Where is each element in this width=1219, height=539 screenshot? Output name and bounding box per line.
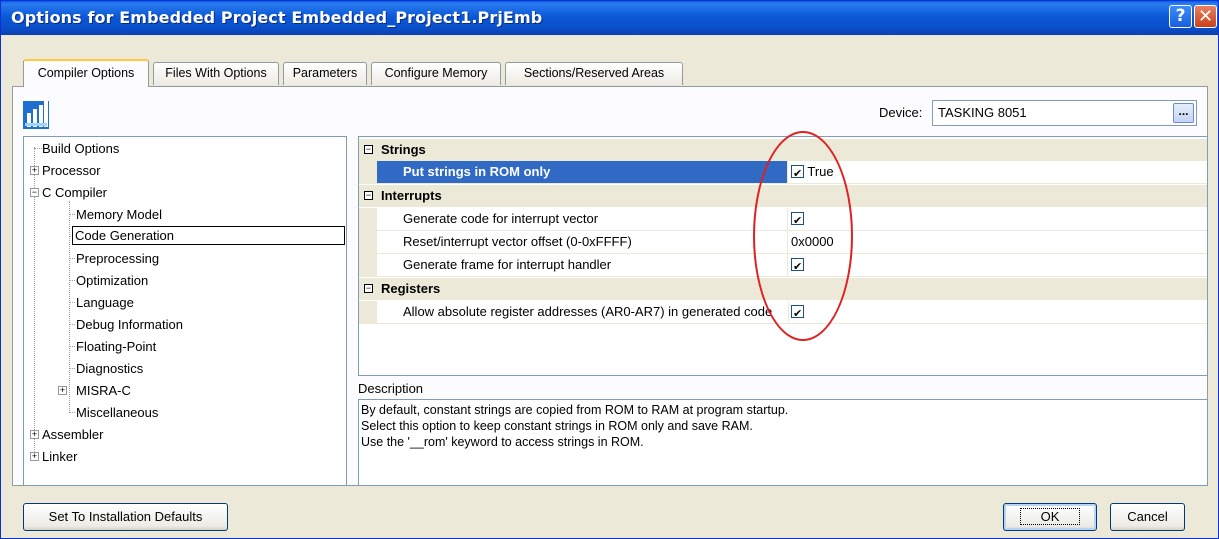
tree-item-build-options[interactable]: Build Options — [42, 139, 119, 158]
dialog-title: Options for Embedded Project Embedded_Pr… — [11, 8, 543, 27]
description-line: Use the '__rom' keyword to access string… — [361, 435, 644, 449]
tab-sections-reserved-areas[interactable]: Sections/Reserved Areas — [505, 62, 683, 85]
tree-connector — [69, 324, 75, 325]
row-gutter — [359, 208, 377, 231]
tree-connector — [69, 346, 75, 347]
cancel-button[interactable]: Cancel — [1110, 503, 1185, 531]
property-name: Put strings in ROM only — [377, 161, 788, 183]
tab-configure-memory[interactable]: Configure Memory — [371, 62, 501, 85]
tree-connector — [69, 302, 75, 303]
expand-icon[interactable]: + — [30, 430, 39, 439]
tab-compiler-options[interactable]: Compiler Options — [23, 59, 149, 87]
row-gutter — [359, 254, 377, 277]
tree-item-language[interactable]: Language — [76, 293, 134, 312]
tree-connector — [69, 368, 75, 369]
collapse-icon[interactable]: − — [364, 145, 373, 154]
tree-item-optimization[interactable]: Optimization — [76, 271, 148, 290]
row-gutter — [359, 161, 377, 184]
description-line: Select this option to keep constant stri… — [361, 419, 753, 433]
tab-files-with-options[interactable]: Files With Options — [153, 62, 279, 85]
tree-item-preprocessing[interactable]: Preprocessing — [76, 249, 159, 268]
collapse-icon[interactable]: − — [364, 284, 373, 293]
close-button[interactable]: ✕ — [1194, 5, 1217, 28]
category-label: Interrupts — [381, 188, 442, 203]
collapse-icon[interactable]: − — [364, 191, 373, 200]
tree-item-assembler[interactable]: Assembler — [42, 425, 103, 444]
tree-item-processor[interactable]: Processor — [42, 161, 101, 180]
tree-item-c-compiler[interactable]: C Compiler — [42, 183, 107, 202]
row-gutter — [359, 301, 377, 324]
set-defaults-button[interactable]: Set To Installation Defaults — [23, 503, 228, 531]
tree-connector — [69, 201, 70, 411]
tree-item-linker[interactable]: Linker — [42, 447, 77, 466]
title-bar[interactable]: Options for Embedded Project Embedded_Pr… — [1, 1, 1218, 35]
options-dialog: Options for Embedded Project Embedded_Pr… — [0, 0, 1219, 539]
ok-button[interactable]: OK — [1003, 503, 1097, 531]
ok-label: OK — [1019, 508, 1081, 525]
tree-connector — [69, 258, 75, 259]
help-button[interactable]: ? — [1169, 5, 1192, 28]
tree-connector — [34, 148, 42, 149]
device-label: Device: — [879, 105, 923, 120]
property-name: Generate code for interrupt vector — [377, 208, 788, 230]
expand-icon[interactable]: + — [58, 386, 67, 395]
tree-item-debug-information[interactable]: Debug Information — [76, 315, 183, 334]
description-title: Description — [358, 381, 424, 396]
tree-connector — [69, 280, 75, 281]
tree-connector — [69, 412, 75, 413]
property-name: Allow absolute register addresses (AR0-A… — [377, 301, 789, 323]
device-browse-button[interactable]: ... — [1173, 103, 1194, 123]
property-name: Generate frame for interrupt handler — [377, 254, 788, 276]
row-gutter — [359, 231, 377, 254]
description-box: By default, constant strings are copied … — [358, 399, 1208, 486]
property-name: Reset/interrupt vector offset (0-0xFFFF) — [377, 231, 788, 253]
device-field[interactable]: TASKING 8051 ... — [932, 100, 1197, 126]
expand-icon[interactable]: + — [30, 452, 39, 461]
tab-parameters[interactable]: Parameters — [283, 62, 367, 85]
annotation-ellipse — [753, 131, 853, 341]
collapse-icon[interactable]: − — [30, 188, 39, 197]
tree-item-misra-c[interactable]: MISRA-C — [76, 381, 131, 400]
device-value: TASKING 8051 — [938, 105, 1027, 120]
tree-item-memory-model[interactable]: Memory Model — [76, 205, 162, 224]
expand-icon[interactable]: + — [30, 166, 39, 175]
tree-item-miscellaneous[interactable]: Miscellaneous — [76, 403, 158, 422]
category-label: Strings — [381, 142, 426, 157]
tree-item-floating-point[interactable]: Floating-Point — [76, 337, 156, 356]
tree-item-diagnostics[interactable]: Diagnostics — [76, 359, 143, 378]
tree-connector — [69, 214, 75, 215]
options-tree[interactable]: Build Options + Processor − C Compiler M… — [23, 136, 347, 486]
tree-item-code-generation[interactable]: Code Generation — [72, 226, 345, 245]
compiler-options-icon — [23, 99, 49, 129]
description-line: By default, constant strings are copied … — [361, 403, 789, 417]
category-label: Registers — [381, 281, 441, 296]
